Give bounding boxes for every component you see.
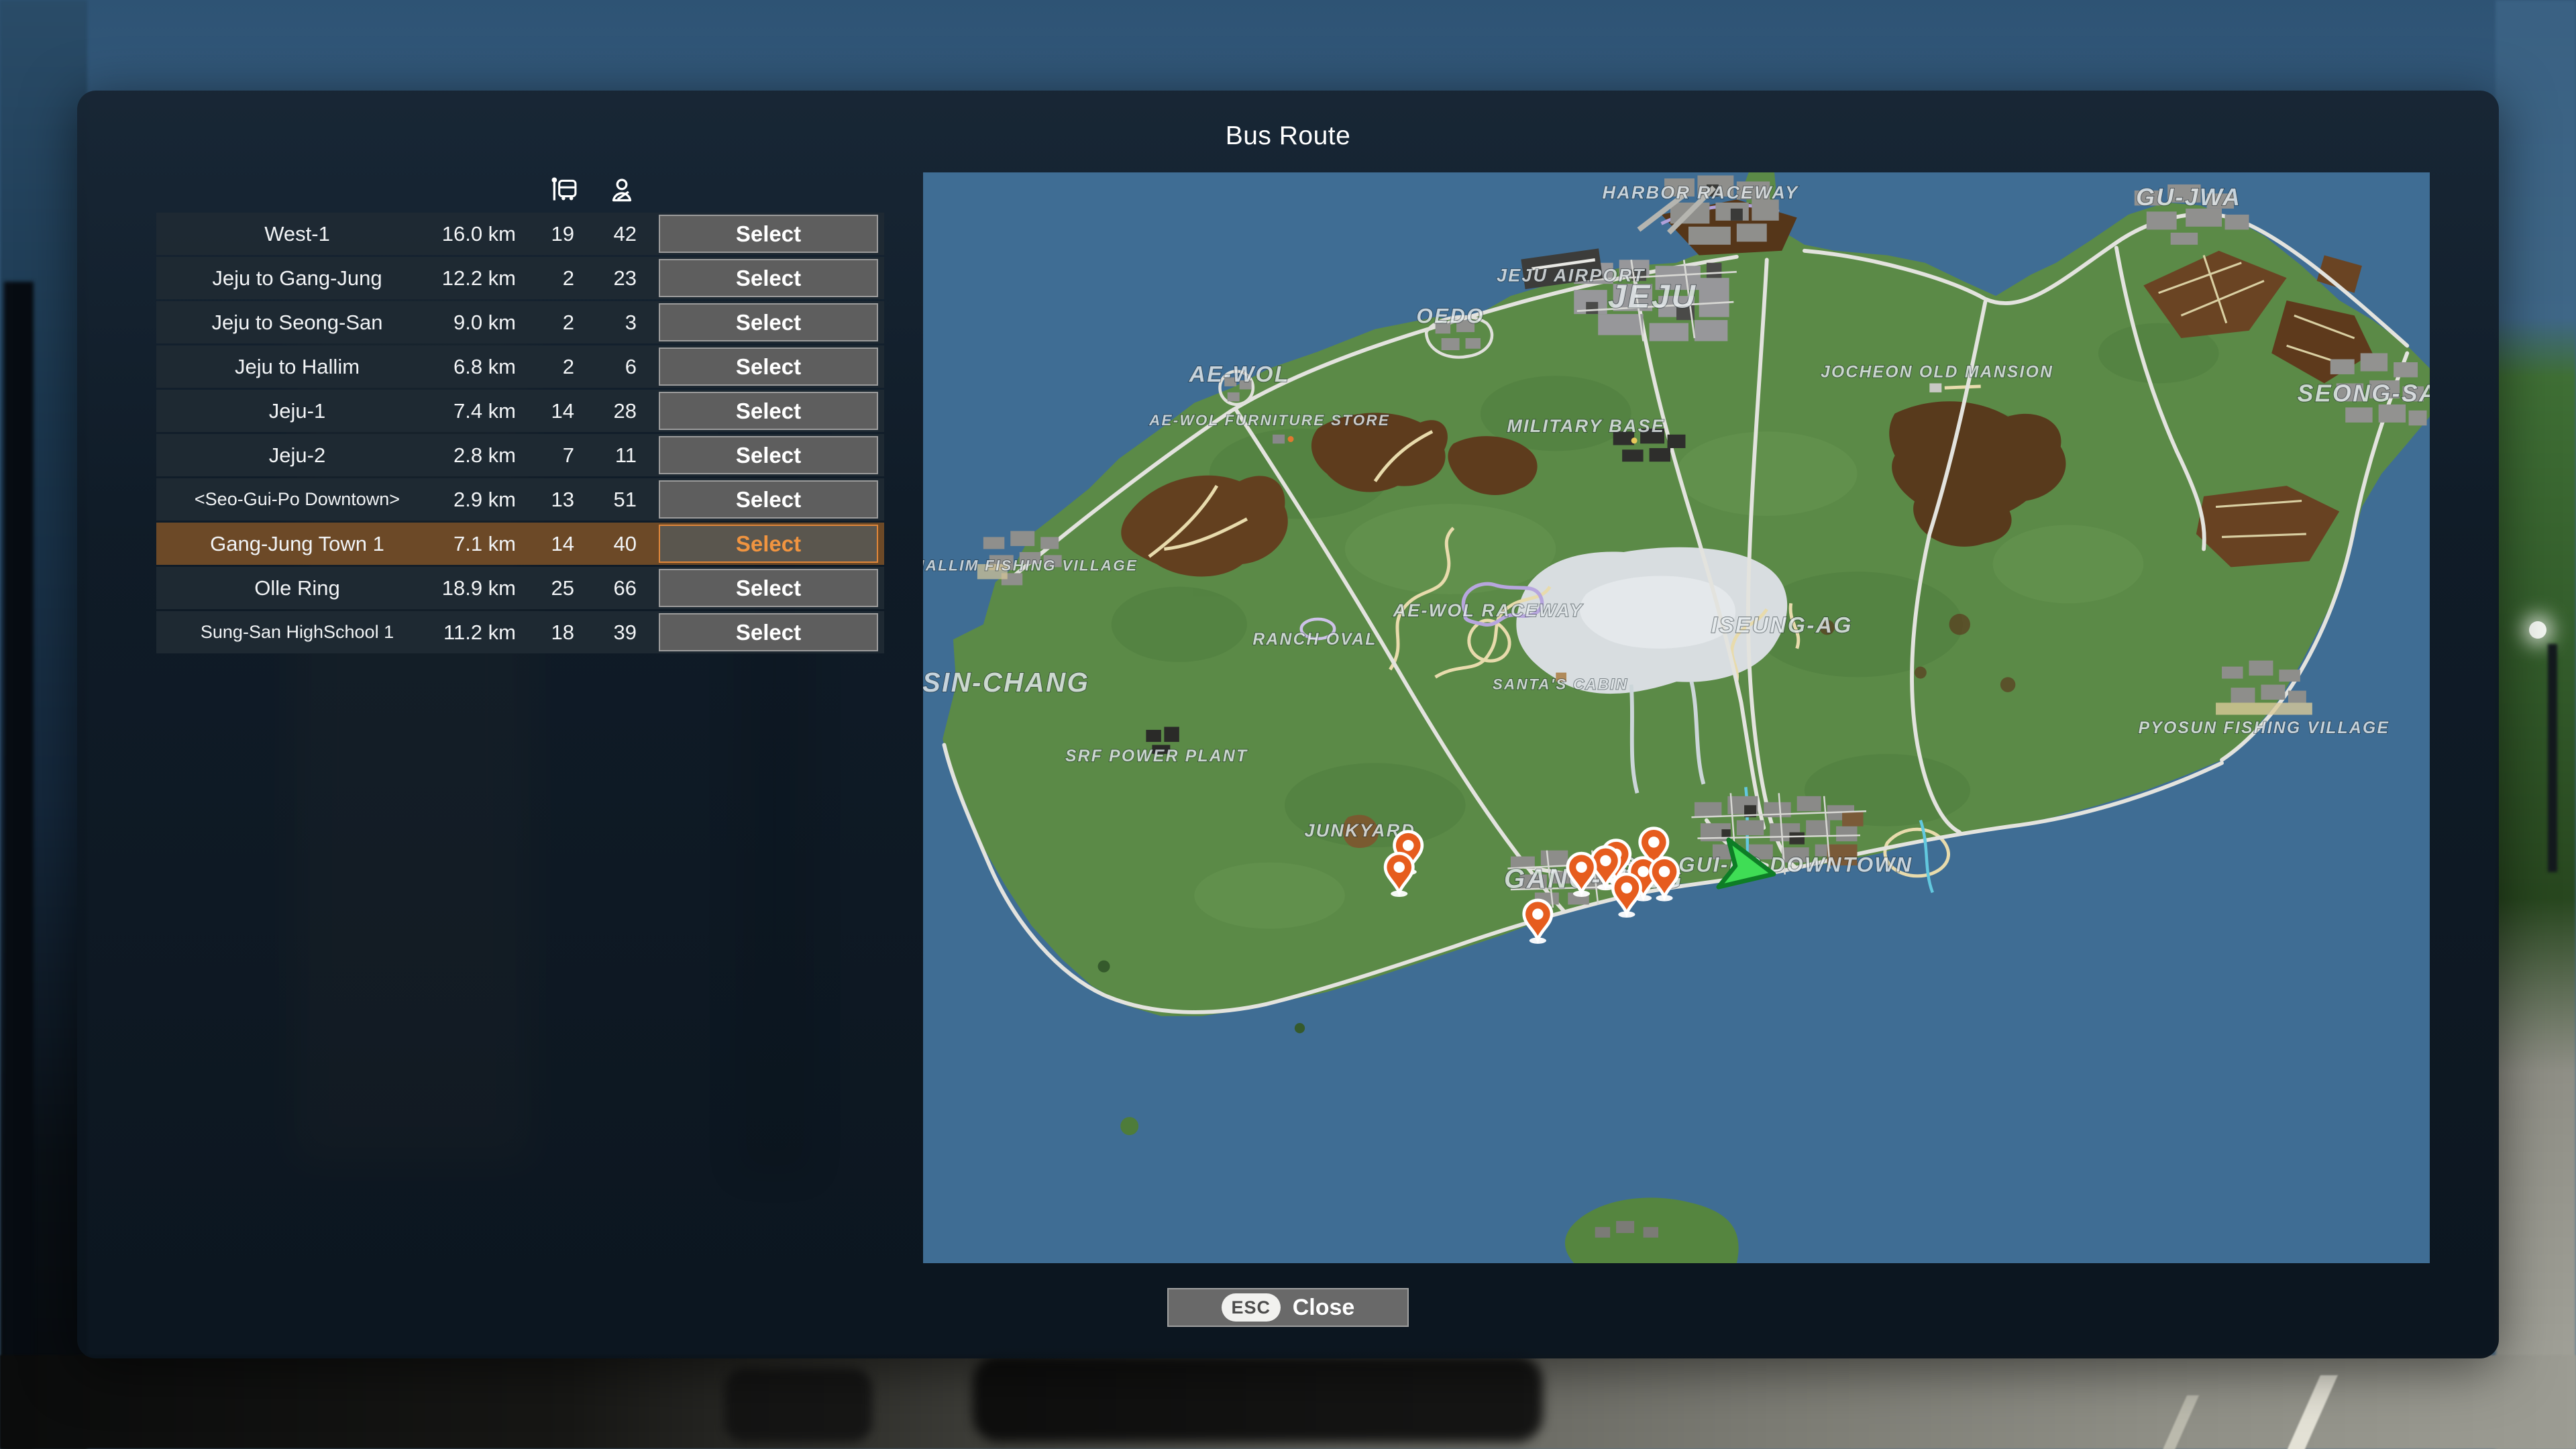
select-route-button[interactable]: Select xyxy=(659,569,878,607)
close-button[interactable]: ESC Close xyxy=(1167,1288,1409,1327)
passengers: 23 xyxy=(576,266,638,290)
distance: 9.0 km xyxy=(438,311,517,335)
islet xyxy=(1120,1117,1138,1135)
map-label: OEDO xyxy=(1416,304,1485,327)
map-label: AE-WOL RACEWAY xyxy=(1393,600,1583,621)
passengers: 39 xyxy=(576,621,638,645)
route-rows: West-116.0 km1942SelectJeju to Gang-Jung… xyxy=(156,213,884,653)
select-route-button[interactable]: Select xyxy=(659,480,878,519)
esc-key-badge: ESC xyxy=(1222,1293,1281,1322)
buses: 25 xyxy=(517,576,576,600)
select-route-button[interactable]: Select xyxy=(659,613,878,651)
street-scene-right xyxy=(2496,0,2576,1449)
name: Olle Ring xyxy=(156,576,438,600)
close-label: Close xyxy=(1293,1295,1355,1321)
distance: 12.2 km xyxy=(438,266,517,290)
map-label: JOCHEON OLD MANSION xyxy=(1821,364,2053,382)
passengers: 51 xyxy=(576,488,638,512)
dialog-title: Bus Route xyxy=(77,121,2499,151)
passengers: 42 xyxy=(576,222,638,246)
name: <Seo-Gui-Po Downtown> xyxy=(156,489,438,510)
select-route-button[interactable]: Select xyxy=(659,303,878,341)
map-label: SANTA'S CABIN xyxy=(1493,676,1628,693)
passengers-icon xyxy=(607,175,637,205)
select-route-button[interactable]: Select xyxy=(659,436,878,474)
map-label: JEJU xyxy=(1608,278,1697,315)
map-label: AE-WOL FURNITURE STORE xyxy=(1148,412,1390,429)
buses: 7 xyxy=(517,443,576,468)
islet xyxy=(1295,1023,1305,1033)
distance: 2.9 km xyxy=(438,488,517,512)
name: Jeju to Gang-Jung xyxy=(156,266,438,290)
bus-stop-icon xyxy=(549,175,579,205)
route-row: Jeju to Hallim6.8 km26 Select xyxy=(156,345,884,388)
bus-route-dialog: Bus Route West-116.0 km1942SelectJeju t xyxy=(77,91,2499,1358)
map-label: HALLIM FISHING VILLAGE xyxy=(923,557,1138,574)
distance: 7.1 km xyxy=(438,532,517,556)
buses: 19 xyxy=(517,222,576,246)
map-label: SEONG-SAN xyxy=(2298,379,2430,407)
route-row: Jeju to Seong-San9.0 km23 Select xyxy=(156,301,884,343)
select-route-button[interactable]: Select xyxy=(659,347,878,386)
route-row: Olle Ring18.9 km2566 Select xyxy=(156,567,884,609)
passengers: 40 xyxy=(576,532,638,556)
map-label: GU-JWA xyxy=(2136,183,2241,211)
select-route-button[interactable]: Select xyxy=(659,259,878,297)
select-route-button[interactable]: Select xyxy=(659,392,878,430)
select-route-button[interactable]: Select xyxy=(659,525,878,563)
distance: 2.8 km xyxy=(438,443,517,468)
vehicle-silhouette xyxy=(973,1355,1543,1442)
route-row: Gang-Jung Town 17.1 km1440 Select xyxy=(156,523,884,565)
route-row: Jeju to Gang-Jung12.2 km223 Select xyxy=(156,257,884,299)
distance: 16.0 km xyxy=(438,222,517,246)
map-label: SRF POWER PLANT xyxy=(1065,747,1248,765)
passengers: 28 xyxy=(576,399,638,423)
passengers: 66 xyxy=(576,576,638,600)
crane-silhouette xyxy=(4,282,34,1449)
map-label: ISEUNG-AG xyxy=(1711,613,1853,638)
name: Jeju to Hallim xyxy=(156,355,438,379)
name: Jeju to Seong-San xyxy=(156,311,438,335)
route-row: West-116.0 km1942 Select xyxy=(156,213,884,255)
passengers: 3 xyxy=(576,311,638,335)
route-row: Jeju-17.4 km1428 Select xyxy=(156,390,884,432)
name: Gang-Jung Town 1 xyxy=(156,532,438,556)
route-row: Sung-San HighSchool 111.2 km1839 Select xyxy=(156,611,884,653)
buses: 2 xyxy=(517,311,576,335)
buses: 2 xyxy=(517,355,576,379)
map-label: RANCH OVAL xyxy=(1252,631,1377,649)
name: West-1 xyxy=(156,222,438,246)
distance: 11.2 km xyxy=(438,621,517,645)
street-pole xyxy=(2548,644,2557,872)
route-row: Jeju-22.8 km711 Select xyxy=(156,434,884,476)
passengers: 11 xyxy=(576,443,638,468)
buses: 13 xyxy=(517,488,576,512)
distance: 6.8 km xyxy=(438,355,517,379)
route-map: HARBOR RACEWAYGU-JWAJEJU AIRPORTJEJUOEDO… xyxy=(923,172,2430,1263)
islet xyxy=(1098,961,1110,973)
buses: 18 xyxy=(517,621,576,645)
route-table: West-116.0 km1942SelectJeju to Gang-Jung… xyxy=(156,171,884,655)
distance: 18.9 km xyxy=(438,576,517,600)
jeju-map: HARBOR RACEWAYGU-JWAJEJU AIRPORTJEJUOEDO… xyxy=(923,172,2430,1263)
map-label: HARBOR RACEWAY xyxy=(1603,182,1799,203)
passengers: 6 xyxy=(576,355,638,379)
shadow-blob xyxy=(724,1368,872,1442)
route-row: <Seo-Gui-Po Downtown>2.9 km1351 Select xyxy=(156,478,884,521)
select-route-button[interactable]: Select xyxy=(659,215,878,253)
map-label: MILITARY BASE xyxy=(1507,416,1665,436)
table-header xyxy=(156,171,884,213)
name: Sung-San HighSchool 1 xyxy=(156,622,438,643)
name: Jeju-2 xyxy=(156,443,438,468)
buses: 14 xyxy=(517,399,576,423)
buses: 14 xyxy=(517,532,576,556)
map-label: SIN-CHANG xyxy=(923,667,1089,698)
buses: 2 xyxy=(517,266,576,290)
game-screen: Bus Route West-116.0 km1942SelectJeju t xyxy=(0,0,2576,1449)
street-light-glow xyxy=(2529,621,2546,639)
map-label: PYOSUN FISHING VILLAGE xyxy=(2139,719,2390,737)
name: Jeju-1 xyxy=(156,399,438,423)
map-label: AE-WOL xyxy=(1189,362,1290,387)
distance: 7.4 km xyxy=(438,399,517,423)
